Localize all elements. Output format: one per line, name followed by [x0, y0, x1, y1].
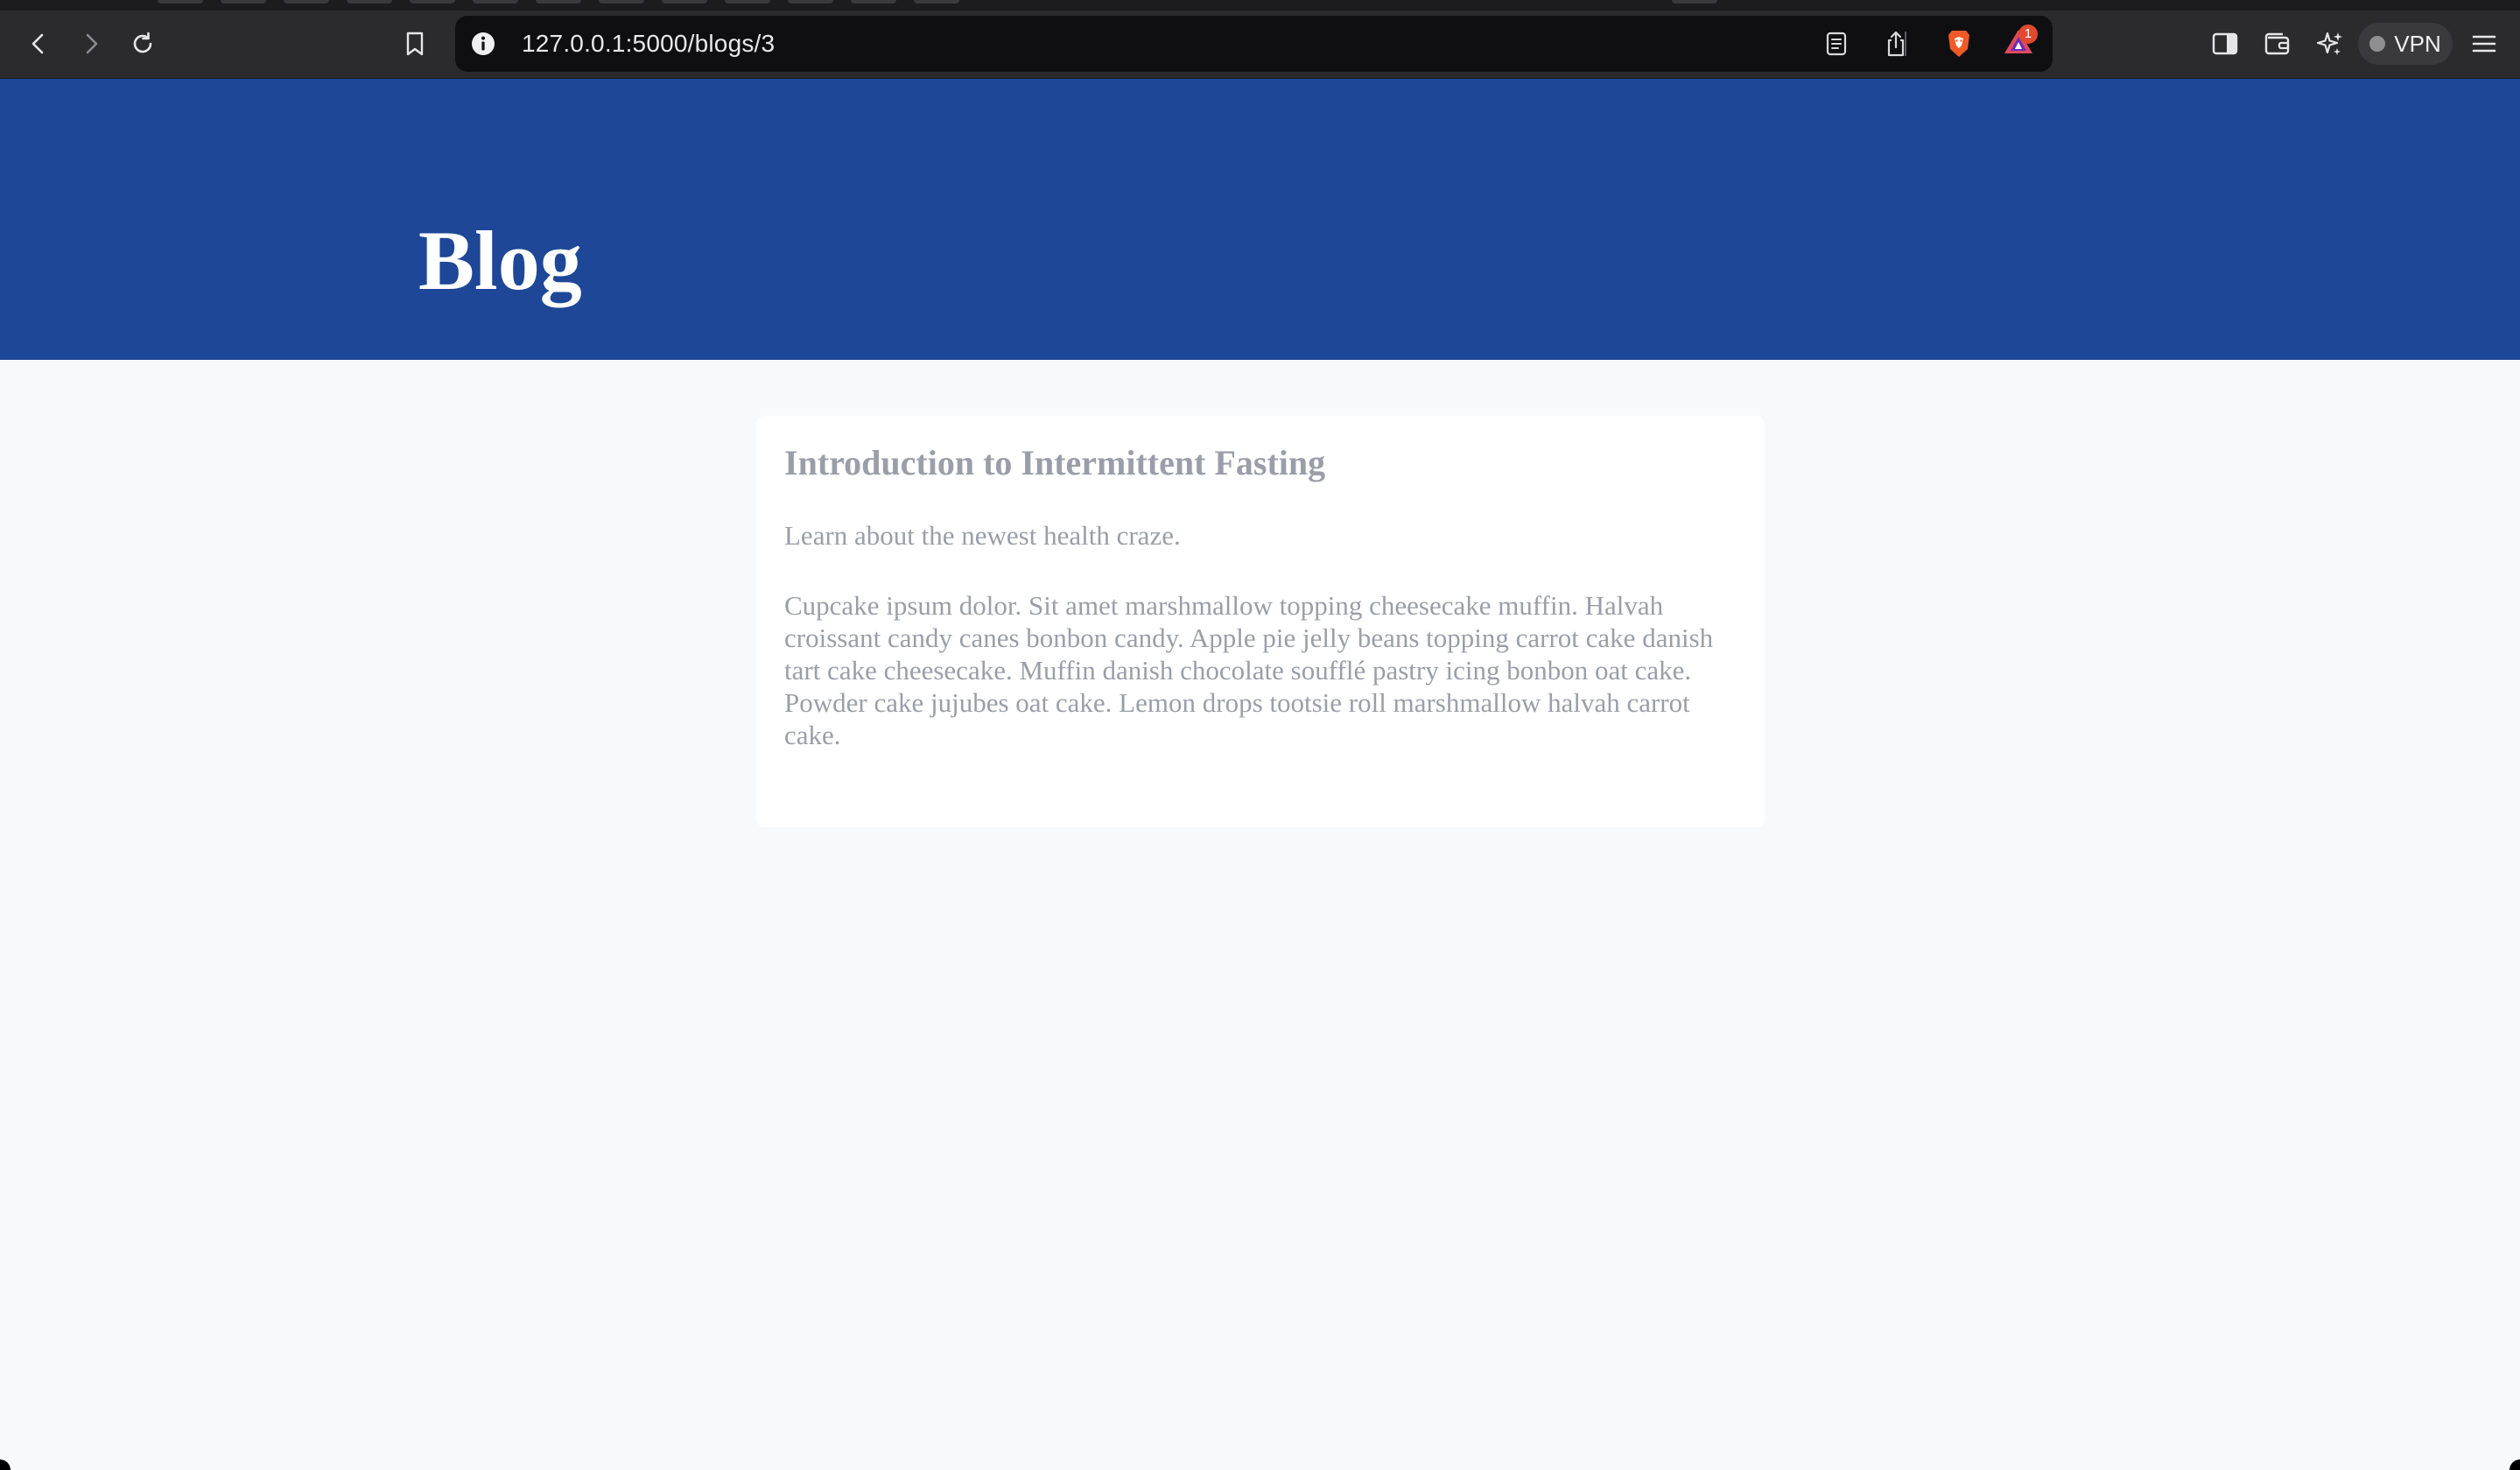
bookmark-icon: [404, 31, 426, 57]
address-bar[interactable]: 127.0.0.1:5000/blogs/3 1: [455, 16, 2053, 72]
notification-badge: 1: [2018, 25, 2038, 44]
sparkle-icon: [2316, 30, 2344, 58]
tab[interactable]: [221, 0, 266, 4]
reload-button[interactable]: [122, 23, 164, 65]
tab[interactable]: [788, 0, 833, 4]
tab[interactable]: [725, 0, 770, 4]
brave-rewards-button[interactable]: 1: [1997, 23, 2039, 65]
tab[interactable]: [662, 0, 707, 4]
post-title: Introduction to Intermittent Fasting: [784, 443, 1326, 482]
share-icon[interactable]: [1875, 23, 1917, 65]
hero-banner: Blog: [0, 79, 2520, 360]
sidebar-icon: [2211, 32, 2239, 56]
tab[interactable]: [536, 0, 581, 4]
post-subtitle: Learn about the newest health craze.: [784, 520, 1181, 551]
reload-icon: [130, 31, 156, 57]
leo-ai-button[interactable]: [2309, 23, 2351, 65]
blog-post-card: Introduction to Intermittent Fasting Lea…: [756, 416, 1765, 827]
forward-button[interactable]: [70, 23, 112, 65]
window-corner: [0, 1459, 11, 1470]
chevron-left-icon: [27, 32, 50, 55]
tab[interactable]: [284, 0, 329, 4]
wallet-button[interactable]: [2257, 23, 2299, 65]
page-title: Blog: [418, 214, 582, 307]
tab[interactable]: [914, 0, 959, 4]
url-text[interactable]: 127.0.0.1:5000/blogs/3: [522, 16, 775, 72]
tab[interactable]: [1672, 0, 1717, 4]
brave-shields-icon[interactable]: [1938, 23, 1980, 65]
tab[interactable]: [158, 0, 203, 4]
post-body: Cupcake ipsum dolor. Sit amet marshmallo…: [784, 590, 1714, 750]
bookmark-button[interactable]: [394, 23, 436, 65]
tab[interactable]: [599, 0, 644, 4]
main-menu-button[interactable]: [2463, 23, 2505, 65]
chevron-right-icon: [80, 32, 102, 55]
tab[interactable]: [410, 0, 455, 4]
window-corner: [2509, 1459, 2520, 1470]
vpn-label: VPN: [2394, 30, 2441, 57]
browser-toolbar: 127.0.0.1:5000/blogs/3 1 VPN: [0, 11, 2520, 79]
hamburger-menu-icon: [2471, 32, 2497, 55]
wallet-icon: [2264, 32, 2292, 56]
sidebar-toggle-button[interactable]: [2204, 23, 2246, 65]
divider: [1905, 32, 1906, 56]
page-content: Blog Introduction to Intermittent Fastin…: [0, 79, 2520, 1470]
back-button[interactable]: [18, 23, 60, 65]
reader-mode-icon[interactable]: [1815, 23, 1857, 65]
browser-window: 127.0.0.1:5000/blogs/3 1 VPN Blog Introd…: [0, 0, 2520, 1470]
tab-strip: [0, 0, 2520, 11]
info-icon[interactable]: [469, 30, 497, 58]
vpn-button[interactable]: VPN: [2358, 23, 2453, 65]
tab[interactable]: [473, 0, 518, 4]
vpn-status-icon: [2369, 36, 2386, 52]
tab[interactable]: [347, 0, 392, 4]
tab[interactable]: [851, 0, 896, 4]
